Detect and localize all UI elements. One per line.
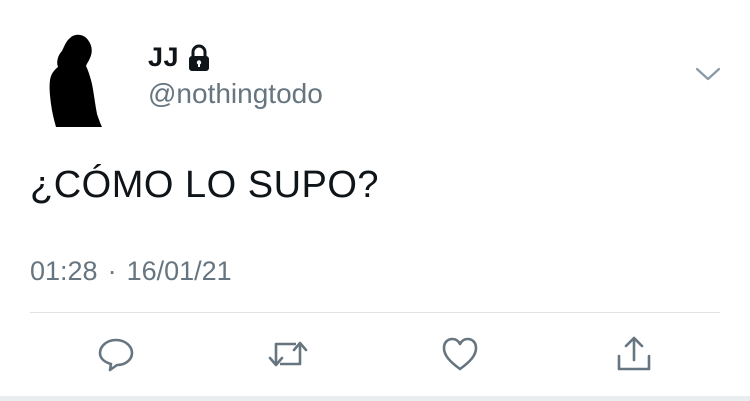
reply-button[interactable] bbox=[94, 332, 138, 376]
tweet-timestamp[interactable]: 01:28 · 16/01/21 bbox=[30, 256, 232, 287]
author-handle[interactable]: @nothingtodo bbox=[148, 78, 323, 110]
retweet-icon bbox=[268, 341, 308, 367]
tweet-time: 01:28 bbox=[30, 256, 98, 286]
share-button[interactable] bbox=[612, 332, 656, 376]
avatar[interactable] bbox=[42, 30, 106, 130]
share-icon bbox=[617, 336, 651, 371]
tweet-card: JJ @nothingtodo ¿CÓMO LO SUPO? 01:28 · 1… bbox=[0, 0, 750, 401]
tweet-date: 16/01/21 bbox=[126, 256, 232, 286]
author-name-row: JJ bbox=[148, 42, 211, 73]
chevron-down-icon[interactable] bbox=[694, 64, 722, 84]
like-button[interactable] bbox=[438, 332, 482, 376]
action-bar bbox=[0, 332, 750, 382]
heart-icon bbox=[442, 337, 478, 371]
bottom-separator bbox=[0, 396, 750, 401]
meta-separator: · bbox=[107, 256, 117, 286]
author-name[interactable]: JJ bbox=[148, 42, 179, 73]
retweet-button[interactable] bbox=[266, 332, 310, 376]
lock-icon bbox=[187, 44, 211, 72]
reply-icon bbox=[98, 338, 134, 372]
silhouette-icon bbox=[49, 34, 102, 127]
divider bbox=[30, 312, 720, 313]
tweet-text: ¿CÓMO LO SUPO? bbox=[30, 164, 380, 206]
